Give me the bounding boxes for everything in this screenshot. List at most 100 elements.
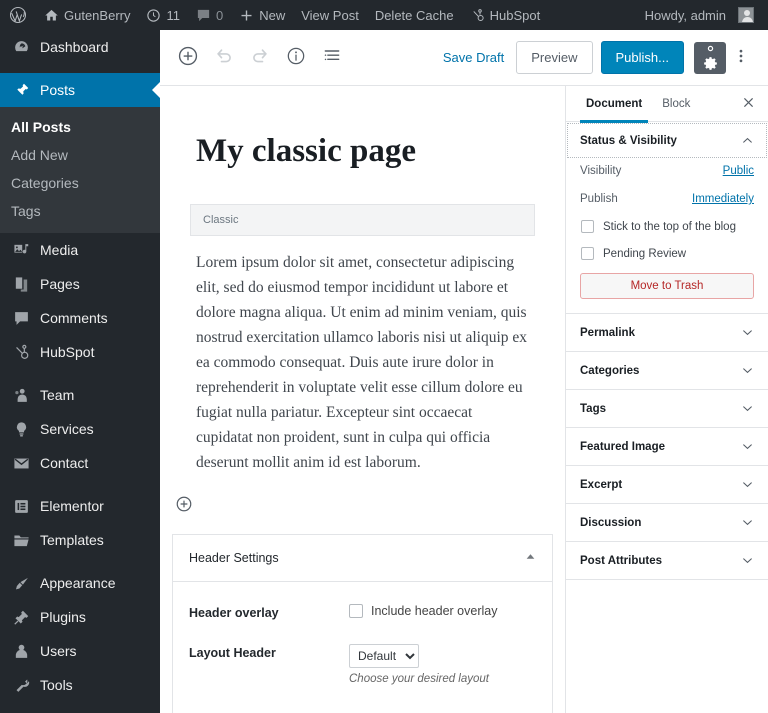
sticky-checkbox[interactable] [581, 220, 594, 233]
visibility-value-button[interactable]: Public [723, 165, 754, 177]
sidebar-item-team[interactable]: Team [0, 378, 160, 412]
categories-panel-header[interactable]: Categories [566, 352, 768, 389]
pending-review-checkbox[interactable] [581, 247, 594, 260]
editor-body: My classic page Classic Lorem ipsum dolo… [160, 86, 768, 713]
submenu-item-categories[interactable]: Categories [0, 169, 160, 197]
inline-add-block-button[interactable] [172, 494, 196, 518]
chevron-down-icon[interactable] [741, 440, 754, 453]
tab-document[interactable]: Document [576, 86, 652, 123]
sidebar-item-tools[interactable]: Tools [0, 668, 160, 702]
tags-panel-title: Tags [580, 402, 606, 415]
hubspot-sprocket-icon [470, 8, 485, 23]
sidebar-item-label: Plugins [40, 609, 86, 625]
submenu-item-tags[interactable]: Tags [0, 197, 160, 225]
post-content-paragraph[interactable]: Lorem ipsum dolor sit amet, consectetur … [160, 236, 565, 476]
publish-button[interactable]: Publish... [600, 41, 684, 74]
settings-toggle-button[interactable] [694, 41, 726, 74]
sticky-checkbox-row[interactable]: Stick to the top of the blog [580, 215, 754, 242]
excerpt-panel-header[interactable]: Excerpt [566, 466, 768, 503]
permalink-panel: Permalink [566, 314, 768, 352]
chevron-down-icon[interactable] [741, 364, 754, 377]
chevron-down-icon[interactable] [741, 516, 754, 529]
sidebar-item-hubspot[interactable]: HubSpot [0, 335, 160, 369]
sidebar-item-templates[interactable]: Templates [0, 523, 160, 557]
add-block-button[interactable] [170, 40, 206, 76]
post-attributes-panel-header[interactable]: Post Attributes [566, 542, 768, 579]
admin-bar: GutenBerry 11 0 New View Post Delete Cac… [0, 0, 768, 30]
sidebar-item-posts[interactable]: Posts [0, 73, 160, 107]
status-visibility-title: Status & Visibility [580, 134, 677, 147]
block-navigation-button[interactable] [314, 40, 350, 76]
wordpress-logo-button[interactable] [0, 0, 36, 30]
chevron-down-icon[interactable] [741, 402, 754, 415]
content-info-button[interactable] [278, 40, 314, 76]
discussion-panel-header[interactable]: Discussion [566, 504, 768, 541]
new-content-menu[interactable]: New [231, 0, 293, 30]
featured-image-panel: Featured Image [566, 428, 768, 466]
preview-button[interactable]: Preview [516, 41, 593, 74]
submenu-item-add-new[interactable]: Add New [0, 141, 160, 169]
pending-review-checkbox-row[interactable]: Pending Review [580, 242, 754, 269]
publish-value-button[interactable]: Immediately [692, 193, 754, 205]
sidebar-item-services[interactable]: Services [0, 412, 160, 446]
close-sidebar-button[interactable] [736, 92, 760, 116]
layout-header-help-text: Choose your desired layout [349, 672, 489, 685]
dashboard-icon [11, 37, 31, 57]
save-draft-button[interactable]: Save Draft [431, 50, 516, 65]
redo-button[interactable] [242, 40, 278, 76]
pages-icon [11, 274, 31, 294]
header-settings-metabox-header[interactable]: Header Settings [173, 535, 552, 582]
delete-cache-button[interactable]: Delete Cache [367, 0, 462, 30]
submenu-item-all-posts[interactable]: All Posts [0, 113, 160, 141]
visibility-row: Visibility Public [580, 159, 754, 187]
chevron-up-icon[interactable] [525, 549, 536, 567]
view-post-link[interactable]: View Post [293, 0, 367, 30]
plus-circle-icon [177, 45, 199, 70]
post-title-input[interactable]: My classic page [160, 86, 565, 172]
move-to-trash-button[interactable]: Move to Trash [580, 273, 754, 299]
site-name-menu[interactable]: GutenBerry [36, 0, 138, 30]
permalink-panel-header[interactable]: Permalink [566, 314, 768, 351]
sidebar-item-contact[interactable]: Contact [0, 446, 160, 480]
more-options-button[interactable] [726, 42, 756, 74]
updates-menu[interactable]: 11 [138, 0, 188, 30]
tab-block[interactable]: Block [652, 86, 700, 122]
chevron-down-icon[interactable] [741, 326, 754, 339]
header-overlay-label: Header overlay [189, 605, 279, 620]
sidebar-item-dashboard[interactable]: Dashboard [0, 30, 160, 64]
plug-icon [11, 607, 31, 627]
undo-button[interactable] [206, 40, 242, 76]
sidebar-item-pages[interactable]: Pages [0, 267, 160, 301]
layout-header-select[interactable]: Default [349, 643, 419, 668]
header-overlay-checkbox-line[interactable]: Include header overlay [349, 603, 536, 618]
classic-block-label-bar[interactable]: Classic [190, 203, 535, 236]
visibility-label: Visibility [580, 165, 622, 177]
sidebar-item-plugins[interactable]: Plugins [0, 600, 160, 634]
publish-row: Publish Immediately [580, 187, 754, 215]
hubspot-menu[interactable]: HubSpot [462, 0, 549, 30]
plus-circle-icon [175, 495, 193, 516]
header-overlay-checkbox[interactable] [349, 603, 363, 618]
sidebar-item-label: Dashboard [40, 39, 109, 55]
featured-image-panel-header[interactable]: Featured Image [566, 428, 768, 465]
sidebar-item-comments[interactable]: Comments [0, 301, 160, 335]
comments-menu[interactable]: 0 [188, 0, 231, 30]
permalink-panel-title: Permalink [580, 326, 635, 339]
sidebar-item-media[interactable]: Media [0, 233, 160, 267]
sidebar-item-elementor[interactable]: Elementor [0, 489, 160, 523]
my-account-menu[interactable]: Howdy, admin [637, 0, 762, 30]
sidebar-item-label: Tools [40, 677, 73, 693]
hubspot-sprocket-icon [11, 342, 31, 362]
sidebar-item-users[interactable]: Users [0, 634, 160, 668]
tags-panel-header[interactable]: Tags [566, 390, 768, 427]
layout-header-label: Layout Header [189, 645, 276, 660]
status-visibility-panel-header[interactable]: Status & Visibility [566, 122, 768, 159]
chevron-down-icon[interactable] [741, 554, 754, 567]
sidebar-item-appearance[interactable]: Appearance [0, 566, 160, 600]
redo-arrow-icon [250, 46, 270, 69]
chevron-up-icon[interactable] [741, 134, 754, 147]
updates-count: 11 [166, 7, 180, 23]
chevron-down-icon[interactable] [741, 478, 754, 491]
settings-sidebar: Document Block Status & Visibility Visib… [565, 86, 768, 713]
layout-header-row: Layout Header Default Choose your desire… [189, 643, 536, 685]
